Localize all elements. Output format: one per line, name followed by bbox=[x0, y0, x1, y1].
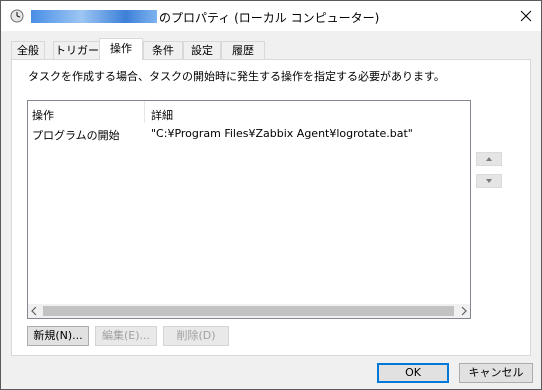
close-button[interactable] bbox=[511, 4, 541, 28]
tab-conditions[interactable]: 条件 bbox=[143, 41, 183, 59]
arrow-down-icon bbox=[486, 179, 492, 183]
scroll-right-icon bbox=[461, 306, 467, 316]
delete-action-button[interactable]: 削除(D) bbox=[163, 326, 229, 346]
tab-general[interactable]: 全般 bbox=[11, 41, 45, 59]
title-bar: のプロパティ (ローカル コンピューター) bbox=[1, 1, 541, 31]
column-header-action[interactable]: 操作 bbox=[32, 107, 54, 123]
close-icon bbox=[520, 10, 532, 22]
arrow-up-icon bbox=[486, 157, 492, 161]
redacted-task-name bbox=[31, 10, 157, 23]
tab-history[interactable]: 履歴 bbox=[221, 41, 265, 59]
tab-actions[interactable]: 操作 bbox=[99, 38, 143, 60]
new-action-button[interactable]: 新規(N)... bbox=[27, 326, 89, 346]
window-title: のプロパティ (ローカル コンピューター) bbox=[159, 11, 380, 25]
tab-triggers[interactable]: トリガー bbox=[53, 41, 101, 59]
move-up-button[interactable] bbox=[476, 152, 502, 166]
ok-button[interactable]: OK bbox=[377, 363, 449, 383]
edit-action-button[interactable]: 編集(E)... bbox=[95, 326, 157, 346]
tab-settings[interactable]: 設定 bbox=[183, 41, 221, 59]
scrollbar-thumb[interactable] bbox=[43, 306, 454, 316]
move-down-button[interactable] bbox=[476, 174, 502, 188]
list-item-action: プログラムの開始 bbox=[32, 129, 120, 142]
list-item-details: "C:¥Program Files¥Zabbix Agent¥logrotate… bbox=[151, 127, 413, 140]
column-header-details[interactable]: 詳細 bbox=[151, 107, 173, 123]
column-divider[interactable] bbox=[144, 101, 145, 123]
scroll-right-button[interactable] bbox=[456, 304, 470, 318]
clock-icon bbox=[10, 9, 24, 23]
horizontal-scrollbar[interactable] bbox=[28, 304, 470, 318]
task-properties-window: のプロパティ (ローカル コンピューター) 全般 トリガー 操作 条件 設定 履… bbox=[0, 0, 542, 390]
scroll-left-icon bbox=[31, 306, 37, 316]
scroll-left-button[interactable] bbox=[28, 304, 42, 318]
instruction-text: タスクを作成する場合、タスクの開始時に発生する操作を指定する必要があります。 bbox=[28, 70, 445, 83]
cancel-button[interactable]: キャンセル bbox=[459, 363, 533, 383]
